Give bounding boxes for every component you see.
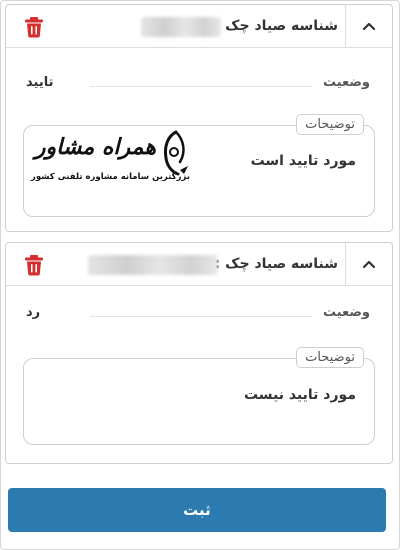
sayad-id-value-redacted [88,255,218,275]
status-row: وضعیت تایید [6,75,392,99]
sayad-id-label: شناسه صیاد چک : [214,18,338,34]
status-value: رد [26,305,41,320]
cheque-card-header: شناسه صیاد چک : [6,243,392,286]
status-row: وضعیت رد [6,305,392,329]
chevron-up-icon [362,22,376,31]
logo-icon [164,130,188,176]
sayad-id-label: شناسه صیاد چک : [214,256,338,272]
cheque-card-2: شناسه صیاد چک : وضعیت رد توضیحات مورد تا… [5,242,393,464]
status-label: وضعیت [322,75,370,90]
status-label: وضعیت [322,305,370,320]
status-divider [90,316,312,317]
sayad-id-value-redacted [141,17,221,37]
watermark-title: همراه مشاور [34,134,156,160]
chevron-up-icon [362,260,376,269]
trash-icon[interactable] [24,16,44,38]
description-text: مورد تایید نیست [243,387,356,403]
status-divider [90,86,312,87]
description-text: مورد تایید است [250,153,356,169]
watermark-subtitle: بزرگترین سامانه مشاوره تلفنی کشور [30,172,190,182]
collapse-toggle[interactable] [345,5,392,47]
status-value: تایید [26,75,54,90]
collapse-toggle[interactable] [345,243,392,285]
watermark-logo: همراه مشاور بزرگترین سامانه مشاوره تلفنی… [31,130,190,190]
submit-button[interactable]: ثبت [8,488,386,532]
description-legend: توضیحات [296,347,364,368]
cheque-card-header: شناسه صیاد چک : [6,5,392,48]
description-box: توضیحات مورد تایید نیست [23,347,375,445]
description-legend: توضیحات [296,114,364,135]
trash-icon[interactable] [24,254,44,276]
cheque-card-1: شناسه صیاد چک : وضعیت تایید توضیحات مورد… [5,4,393,232]
